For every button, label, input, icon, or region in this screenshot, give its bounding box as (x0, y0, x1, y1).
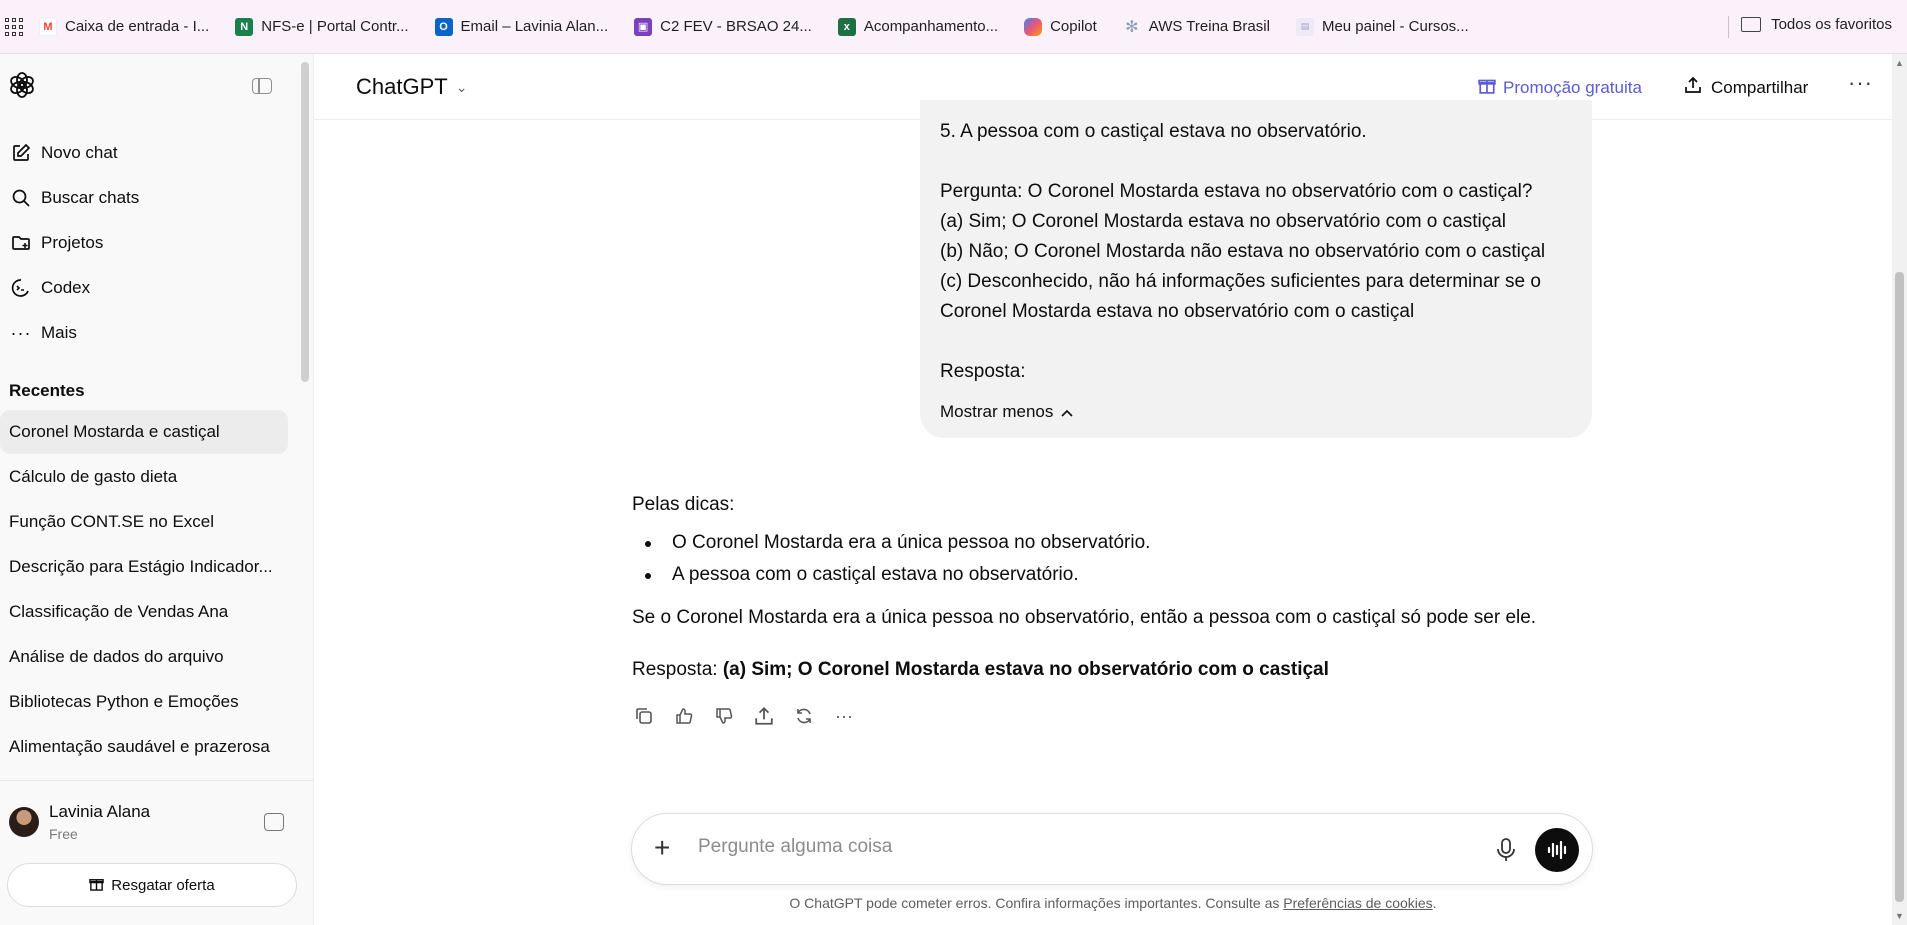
chat-item[interactable]: Bibliotecas Python e Emoções (0, 680, 288, 724)
user-message-line: 5. A pessoa com o castiçal estava no obs… (940, 121, 1367, 142)
apps-icon[interactable] (264, 813, 284, 831)
scroll-up-icon[interactable]: ▲ (1895, 58, 1904, 68)
user-message-line: Resposta: (940, 361, 1026, 382)
chevron-up-icon (1061, 402, 1073, 422)
thumbs-down-icon[interactable] (712, 704, 736, 728)
bookmark-nfse[interactable]: N NFS-e | Portal Contr... (235, 17, 409, 36)
free-promo-button[interactable]: Promoção gratuita (1478, 76, 1642, 99)
forms-icon: ▣ (634, 17, 653, 36)
plus-icon[interactable]: + (654, 832, 670, 864)
assistant-bullet: A pessoa com o castiçal estava no observ… (672, 564, 1079, 585)
nav-more[interactable]: ··· Mais (10, 322, 77, 344)
codex-icon (10, 277, 32, 299)
avatar[interactable] (9, 807, 39, 837)
folder-icon (10, 232, 32, 254)
bookmarks-divider (1728, 16, 1729, 38)
nfse-icon: N (235, 17, 254, 36)
nav-projects[interactable]: Projetos (10, 232, 103, 254)
disclaimer: O ChatGPT pode cometer erros. Confira in… (789, 895, 1437, 911)
assistant-bullet: O Coronel Mostarda era a única pessoa no… (672, 532, 1151, 553)
message-composer: + (631, 813, 1593, 885)
bookmark-courses[interactable]: ▤ Meu painel - Cursos... (1295, 17, 1469, 36)
excel-icon: x (837, 17, 856, 36)
user-message-line: (b) Não; O Coronel Mostarda não estava n… (940, 241, 1546, 262)
more-options-icon[interactable]: ··· (832, 704, 856, 728)
regenerate-icon[interactable] (792, 704, 816, 728)
folder-icon (1741, 17, 1762, 32)
share-icon[interactable] (752, 704, 776, 728)
bookmarks-bar: M Caixa de entrada - I... N NFS-e | Port… (0, 0, 1907, 54)
share-button[interactable]: Compartilhar (1684, 76, 1808, 99)
chat-item[interactable]: Coronel Mostarda e castiçal (0, 410, 288, 454)
redeem-offer-button[interactable]: Resgatar oferta (7, 863, 297, 907)
aws-icon: ✻ (1125, 18, 1139, 36)
assistant-answer: Resposta: (a) Sim; O Coronel Mostarda es… (632, 659, 1329, 680)
user-message-line: Pergunta: O Coronel Mostarda estava no o… (940, 181, 1533, 202)
chat-item[interactable]: Análise de dados do arquivo (0, 635, 288, 679)
sidebar-toggle-icon[interactable] (252, 78, 272, 94)
user-plan: Free (49, 826, 78, 842)
bookmark-copilot[interactable]: Copilot (1024, 17, 1097, 36)
scroll-down-icon[interactable]: ▼ (1895, 911, 1904, 921)
thumbs-up-icon[interactable] (672, 704, 696, 728)
bookmark-outlook[interactable]: O Email – Lavinia Alan... (434, 17, 608, 36)
nav-search-chats[interactable]: Buscar chats (10, 187, 139, 209)
chat-item[interactable]: Função CONT.SE no Excel (0, 500, 288, 544)
sidebar-divider (0, 780, 314, 781)
microphone-icon[interactable] (1494, 837, 1518, 863)
model-selector[interactable]: ChatGPT ⌄ (356, 74, 467, 100)
gift-icon (89, 876, 105, 895)
user-message-bubble: 5. A pessoa com o castiçal estava no obs… (920, 100, 1592, 438)
nav-codex[interactable]: Codex (10, 277, 90, 299)
search-icon (10, 187, 32, 209)
copilot-icon (1024, 17, 1043, 36)
gmail-icon: M (39, 17, 57, 36)
main-scrollbar[interactable]: ▲ ▼ (1892, 54, 1907, 925)
apps-grid-icon[interactable] (5, 17, 23, 36)
more-options-icon[interactable]: ··· (1848, 70, 1873, 96)
outlook-icon: O (434, 17, 453, 36)
gift-icon (1478, 76, 1496, 99)
chat-item[interactable]: Cálculo de gasto dieta (0, 455, 288, 499)
recent-section-title: Recentes (9, 381, 85, 400)
all-favorites-folder[interactable]: Todos os favoritos (1741, 16, 1892, 33)
voice-mode-button[interactable] (1535, 828, 1579, 872)
bookmark-gmail[interactable]: M Caixa de entrada - I... (39, 17, 209, 36)
assistant-intro: Pelas dicas: (632, 494, 735, 515)
bullet-icon (645, 573, 651, 579)
share-icon (1684, 76, 1702, 99)
chat-item[interactable]: Classificação de Vendas Ana (0, 590, 288, 634)
nav-new-chat[interactable]: Novo chat (10, 142, 118, 164)
chat-item[interactable]: Alimentação saudável e prazerosa (0, 725, 288, 769)
user-message-line: Coronel Mostarda estava no observatório … (940, 301, 1415, 322)
sidebar-scrollbar[interactable] (301, 62, 309, 382)
bullet-icon (645, 541, 651, 547)
course-icon: ▤ (1295, 17, 1314, 36)
assistant-reasoning: Se o Coronel Mostarda era a única pessoa… (632, 607, 1537, 628)
user-message-line: (c) Desconhecido, não há informações suf… (940, 271, 1541, 292)
edit-icon (10, 142, 32, 164)
user-message-line: (a) Sim; O Coronel Mostarda estava no ob… (940, 211, 1507, 232)
voice-waveform-icon (1547, 840, 1567, 860)
user-name[interactable]: Lavinia Alana (49, 802, 150, 822)
bookmark-excel[interactable]: x Acompanhamento... (837, 17, 998, 36)
openai-logo-icon[interactable] (8, 71, 36, 99)
chat-item[interactable]: Descrição para Estágio Indicador... (0, 545, 288, 589)
bookmark-forms[interactable]: ▣ C2 FEV - BRSAO 24... (634, 17, 812, 36)
show-less-button[interactable]: Mostrar menos (940, 402, 1073, 422)
more-icon: ··· (10, 322, 32, 343)
message-actions: ··· (632, 704, 872, 728)
sidebar: Novo chat Buscar chats Projetos Codex ··… (0, 54, 314, 925)
cookie-preferences-link[interactable]: Preferências de cookies (1283, 895, 1432, 911)
prompt-input[interactable] (698, 836, 1458, 858)
chevron-down-icon: ⌄ (455, 78, 468, 95)
bookmark-aws[interactable]: ✻ AWS Treina Brasil (1123, 18, 1270, 36)
copy-icon[interactable] (632, 704, 656, 728)
